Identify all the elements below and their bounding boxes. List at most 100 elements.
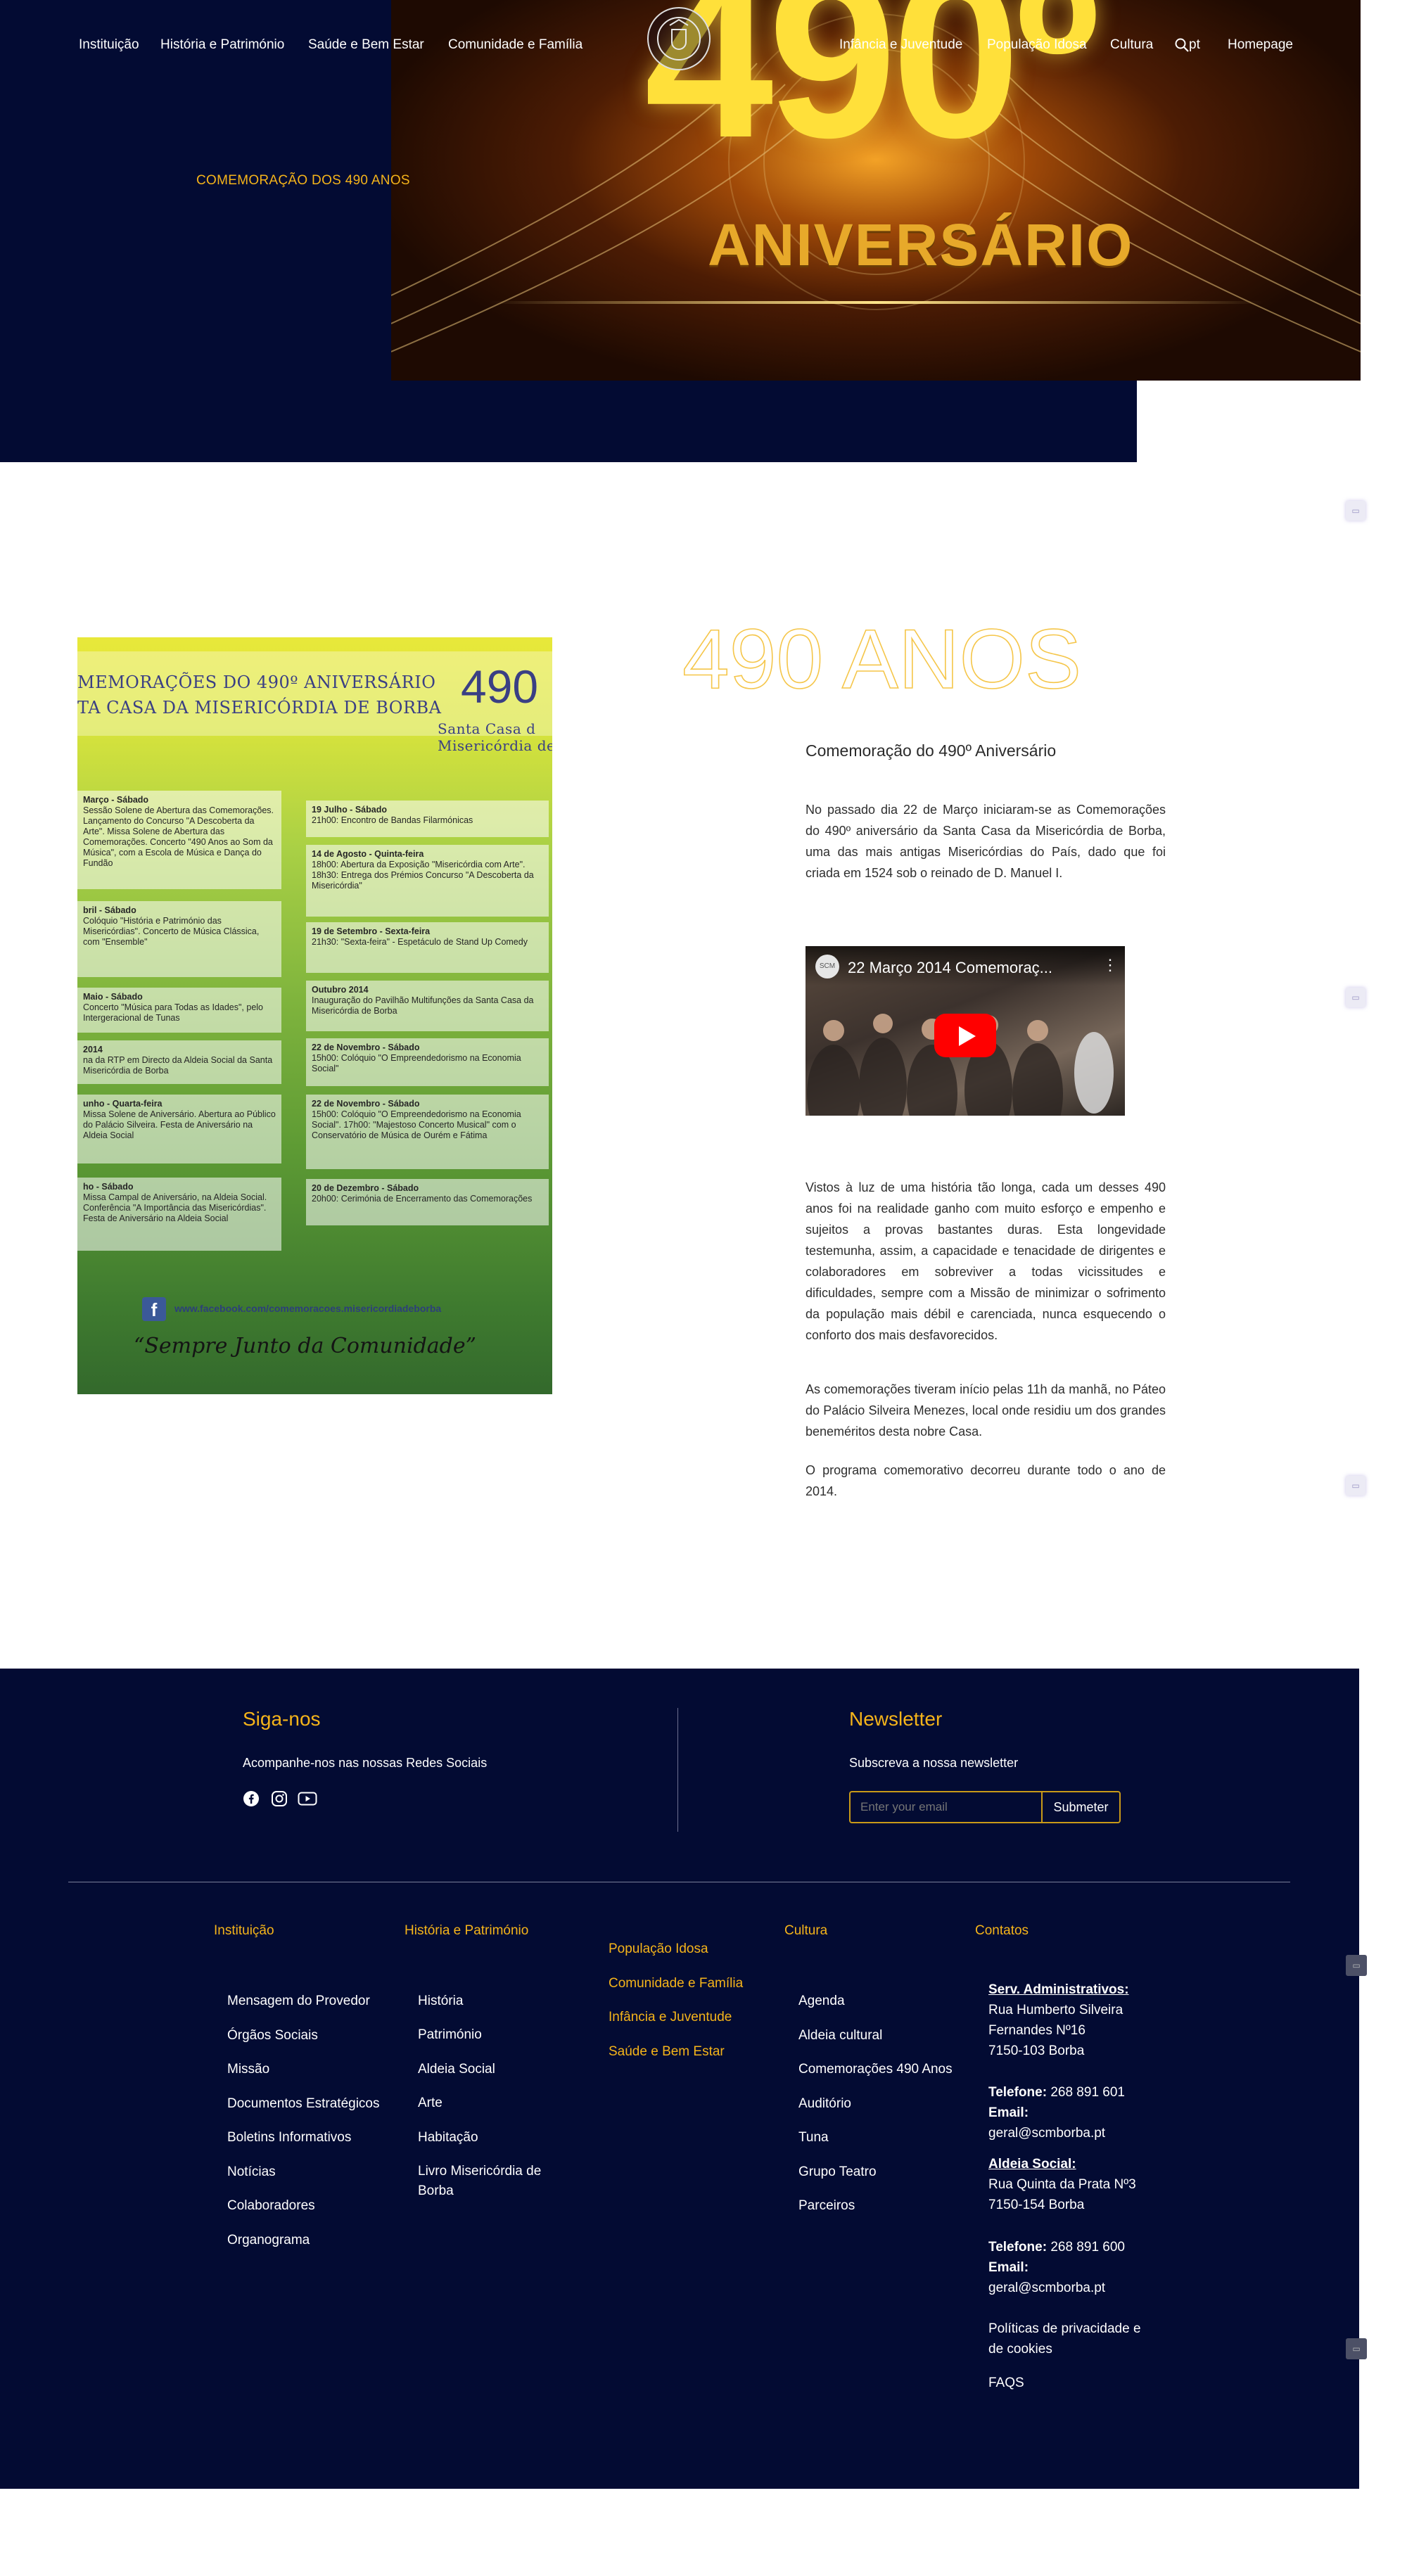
footer-link[interactable]: Boletins Informativos <box>227 2130 351 2145</box>
poster-event-date: bril - Sábado <box>83 905 136 915</box>
poster-event-date: 22 de Novembro - Sábado <box>312 1099 420 1109</box>
footer-link[interactable]: Livro Misericórdia de <box>418 2164 541 2179</box>
footer-link[interactable]: Notícias <box>227 2164 276 2180</box>
footer-area-link[interactable]: Comunidade e Família <box>609 1976 743 1991</box>
footer-link[interactable]: Mensagem do Provedor <box>227 1994 370 2009</box>
poster-event-right: 22 de Novembro - Sábado 15h00: Colóquio "… <box>306 1095 549 1169</box>
poster-event-right: 19 Julho - Sábado 21h00: Encontro de Band… <box>306 801 549 837</box>
youtube-icon[interactable] <box>298 1790 317 1807</box>
poster-event-text: 15h00: Colóquio "O Empreendedorismo na E… <box>312 1109 521 1140</box>
paragraph-history: Vistos à luz de uma história tão longa, … <box>806 1180 1166 1342</box>
nav-homepage[interactable]: Homepage <box>1228 37 1293 53</box>
nav-populacao-idosa[interactable]: População Idosa <box>987 37 1087 53</box>
footer-link[interactable]: Organograma <box>227 2233 310 2248</box>
facebook-icon: f <box>142 1297 166 1321</box>
page-title-text: 490 ANOS <box>682 612 1081 706</box>
poster-event-left: 2014 na da RTP em Directo da Aldeia Socia… <box>77 1040 281 1084</box>
poster-event-text: Sessão Solene de Abertura das Comemoraçõ… <box>83 805 274 868</box>
footer-area-link[interactable]: Saúde e Bem Estar <box>609 2044 725 2060</box>
footer-link[interactable]: Património <box>418 2027 482 2043</box>
poster-event-date: 19 de Setembro - Sexta-feira <box>312 926 431 936</box>
footer-link[interactable]: Tuna <box>798 2130 829 2145</box>
poster-event-right: 14 de Agosto - Quinta-feira 18h00: Abertu… <box>306 845 549 917</box>
footer-col-historia-title[interactable]: História e Património <box>405 1923 528 1939</box>
follow-text: Acompanhe-nos nas nossas Redes Sociais <box>243 1756 488 1770</box>
poster-org-line2: Misericórdia de Borb <box>438 737 552 754</box>
nav-cultura[interactable]: Cultura <box>1110 37 1153 53</box>
contact-aldeia-label: Aldeia Social: <box>988 2157 1076 2172</box>
poster-event-date: Outubro 2014 <box>312 985 369 995</box>
site-logo[interactable] <box>647 7 711 70</box>
nav-infancia-juventude[interactable]: Infância e Juventude <box>839 37 962 53</box>
poster-event-text: na da RTP em Directo da Aldeia Social da… <box>83 1055 273 1076</box>
footer-link[interactable]: Aldeia cultural <box>798 2028 882 2043</box>
poster-event-text: Concerto "Música para Todas as Idades", … <box>83 1002 264 1023</box>
footer-area-link[interactable]: Infância e Juventude <box>609 2010 732 2025</box>
nav-instituicao[interactable]: Instituição <box>79 37 139 53</box>
language-selector[interactable]: pt <box>1189 37 1200 53</box>
footer-col-cultura-title[interactable]: Cultura <box>784 1923 827 1939</box>
poster-event-text: 20h00: Cerimónia de Encerramento das Com… <box>312 1194 533 1204</box>
newsletter-title: Newsletter <box>849 1708 943 1730</box>
poster-event-date: 14 de Agosto - Quinta-feira <box>312 849 424 859</box>
image-placeholder-icon: ▭ <box>1346 2338 1367 2359</box>
footer-link[interactable]: Parceiros <box>798 2198 855 2214</box>
facebook-icon[interactable] <box>243 1790 260 1807</box>
contact-admin-phone[interactable]: 268 891 601 <box>1050 2085 1125 2100</box>
poster-event-text: Missa Campal de Aniversário, na Aldeia S… <box>83 1192 267 1223</box>
video-title[interactable]: 22 Março 2014 Comemoraç... <box>848 959 1052 977</box>
commemoration-poster: MEMORAÇÕES DO 490º ANIVERSÁRIO TA CASA D… <box>77 637 552 1394</box>
privacy-line2[interactable]: de cookies <box>988 2342 1052 2357</box>
poster-event-right: 20 de Dezembro - Sábado 20h00: Cerimónia … <box>306 1179 549 1225</box>
contact-admin-address1: Rua Humberto Silveira <box>988 2003 1123 2017</box>
footer-col-instituicao-title[interactable]: Instituição <box>214 1923 274 1939</box>
footer-col-contatos-title: Contatos <box>975 1923 1029 1938</box>
nav-historia-patrimonio[interactable]: História e Património <box>160 37 284 53</box>
newsletter-submit-button[interactable]: Submeter <box>1041 1791 1121 1823</box>
footer-divider-vertical <box>677 1708 678 1832</box>
contact-aldeia-phone[interactable]: 268 891 600 <box>1050 2240 1125 2255</box>
footer-link[interactable]: Arte <box>418 2096 443 2111</box>
footer-link[interactable]: Habitação <box>418 2130 478 2145</box>
poster-title-line2: TA CASA DA MISERICÓRDIA DE BORBA <box>77 698 442 718</box>
footer-link[interactable]: Aldeia Social <box>418 2062 495 2077</box>
image-placeholder-icon: ▭ <box>1346 501 1365 521</box>
footer-link[interactable]: Grupo Teatro <box>798 2164 877 2180</box>
faqs-link[interactable]: FAQS <box>988 2373 1024 2393</box>
play-icon[interactable] <box>934 1014 996 1057</box>
footer-link[interactable]: Missão <box>227 2062 269 2077</box>
contact-aldeia-email[interactable]: geral@scmborba.pt <box>988 2281 1105 2295</box>
footer-link[interactable]: Comemorações 490 Anos <box>798 2062 953 2077</box>
contact-admin-phone-email: Telefone: 268 891 601 Email: geral@scmbo… <box>988 2082 1125 2143</box>
footer-link[interactable]: Documentos Estratégicos <box>227 2096 380 2112</box>
instagram-icon[interactable] <box>271 1790 288 1807</box>
nav-comunidade-familia[interactable]: Comunidade e Família <box>448 37 582 53</box>
footer-area-link[interactable]: População Idosa <box>609 1941 708 1957</box>
poster-event-left: Maio - Sábado Concerto "Música para Todas… <box>77 988 281 1033</box>
crest-icon <box>657 17 701 60</box>
poster-event-left: unho - Quarta-feira Missa Solene de Anive… <box>77 1095 281 1163</box>
footer-link[interactable]: Colaboradores <box>227 2198 315 2214</box>
privacy-line1[interactable]: Políticas de privacidade e <box>988 2321 1141 2336</box>
contact-admin-email[interactable]: geral@scmborba.pt <box>988 2126 1105 2141</box>
page-title: 490 ANOS <box>682 611 1082 707</box>
footer-link[interactable]: Auditório <box>798 2096 851 2112</box>
poster-event-date: Maio - Sábado <box>83 992 143 1002</box>
nav-saude-bem-estar[interactable]: Saúde e Bem Estar <box>308 37 424 53</box>
youtube-video-player[interactable]: SCM 22 Março 2014 Comemoraç... ⋮ <box>806 946 1125 1116</box>
footer-link[interactable]: Órgãos Sociais <box>227 2028 318 2043</box>
newsletter-email-input[interactable] <box>849 1791 1041 1823</box>
channel-avatar[interactable]: SCM <box>815 955 839 978</box>
footer-link[interactable]: História <box>418 1994 463 2009</box>
image-placeholder-icon: ▭ <box>1346 1955 1367 1976</box>
footer-link[interactable]: Agenda <box>798 1994 845 2009</box>
contact-aldeia-address1: Rua Quinta da Prata Nº3 <box>988 2177 1136 2192</box>
follow-title: Siga-nos <box>243 1708 321 1730</box>
privacy-link[interactable]: Políticas de privacidade e de cookies <box>988 2319 1141 2359</box>
poster-event-date: 19 Julho - Sábado <box>312 805 387 815</box>
search-icon[interactable] <box>1173 37 1190 53</box>
poster-event-text: 15h00: Colóquio "O Empreendedorismo na E… <box>312 1053 521 1073</box>
footer-link[interactable]: Borba <box>418 2183 454 2199</box>
poster-facebook-url: www.facebook.com/comemoracoes.misericord… <box>174 1303 442 1314</box>
more-options-icon[interactable]: ⋮ <box>1102 956 1118 974</box>
